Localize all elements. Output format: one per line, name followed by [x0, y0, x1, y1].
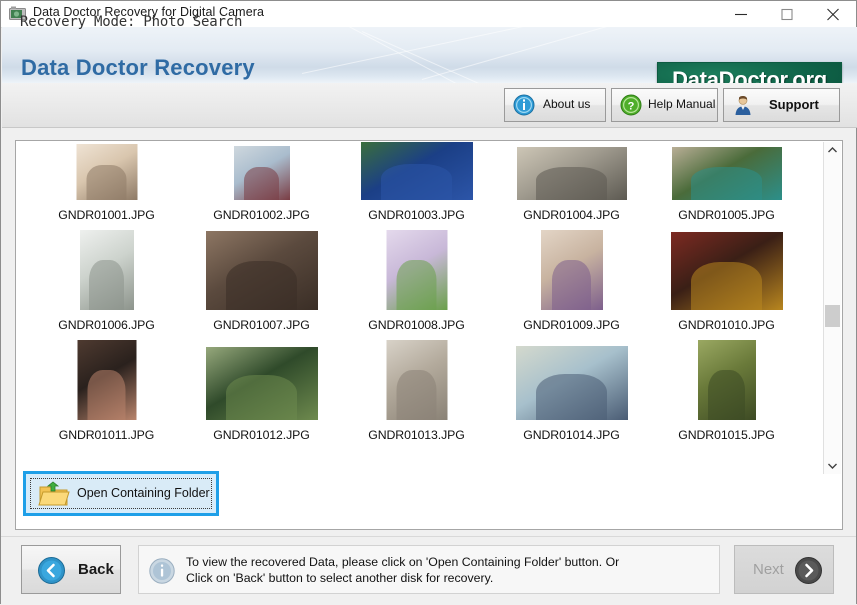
thumbnail-filename: GNDR01005.JPG	[649, 208, 804, 222]
thumbnail-row: GNDR01011.JPGGNDR01012.JPGGNDR01013.JPGG…	[17, 334, 825, 444]
scroll-down-button[interactable]	[824, 457, 841, 474]
brand-banner: Data Doctor Recovery Digital Camera Data…	[2, 27, 857, 84]
thumbnail-image[interactable]	[386, 340, 447, 420]
about-us-label: About us	[543, 97, 590, 111]
thumbnail-item[interactable]: GNDR01007.JPG	[184, 224, 339, 334]
thumbnail-filename: GNDR01009.JPG	[494, 318, 649, 332]
back-button[interactable]: Back	[21, 545, 121, 594]
thumbnail-filename: GNDR01012.JPG	[184, 428, 339, 442]
thumbnail-image[interactable]	[80, 230, 134, 310]
thumbnail-filename: GNDR01003.JPG	[339, 208, 494, 222]
info-message-text: To view the recovered Data, please click…	[186, 555, 619, 586]
info-line-2: Click on 'Back' button to select another…	[186, 571, 619, 587]
thumbnail-item[interactable]: GNDR01015.JPG	[649, 334, 804, 444]
person-icon	[732, 94, 754, 116]
open-containing-folder-label: Open Containing Folder	[77, 486, 210, 500]
scrollbar-thumb[interactable]	[825, 305, 840, 327]
thumbnail-item[interactable]: GNDR01012.JPG	[184, 334, 339, 444]
thumbnail-image[interactable]	[361, 142, 473, 200]
thumbnail-grid-viewport: GNDR01001.JPGGNDR01002.JPGGNDR01003.JPGG…	[17, 142, 825, 474]
thumbnail-item[interactable]: GNDR01003.JPG	[339, 142, 494, 224]
grid-scrollbar[interactable]	[823, 142, 841, 474]
chevron-left-circle-icon	[38, 557, 65, 584]
thumbnail-item[interactable]: GNDR01008.JPG	[339, 224, 494, 334]
close-button[interactable]	[810, 1, 856, 27]
thumbnail-item[interactable]: GNDR01004.JPG	[494, 142, 649, 224]
thumbnail-image[interactable]	[671, 232, 783, 310]
thumbnail-image[interactable]	[516, 346, 628, 420]
thumbnail-image[interactable]	[541, 230, 603, 310]
thumbnail-filename: GNDR01010.JPG	[649, 318, 804, 332]
thumbnail-image[interactable]	[698, 340, 756, 420]
thumbnail-filename: GNDR01004.JPG	[494, 208, 649, 222]
chevron-right-circle-icon	[795, 557, 822, 584]
thumbnail-image[interactable]	[76, 144, 137, 200]
thumbnail-row: GNDR01001.JPGGNDR01002.JPGGNDR01003.JPGG…	[17, 142, 825, 224]
application-window: Data Doctor Recovery for Digital Camera …	[0, 0, 857, 604]
thumbnail-image[interactable]	[517, 147, 627, 200]
help-manual-label: Help Manual	[648, 97, 715, 111]
open-containing-folder-button[interactable]: Open Containing Folder	[30, 478, 212, 509]
svg-text:?: ?	[628, 101, 635, 113]
datadoctor-logo: DataDoctor.org	[657, 62, 842, 84]
thumbnail-image[interactable]	[234, 146, 290, 200]
info-message-box: To view the recovered Data, please click…	[138, 545, 720, 594]
thumbnail-filename: GNDR01011.JPG	[29, 428, 184, 442]
thumbnail-item[interactable]: GNDR01013.JPG	[339, 334, 494, 444]
maximize-button[interactable]	[764, 1, 810, 27]
thumbnail-filename: GNDR01013.JPG	[339, 428, 494, 442]
open-containing-folder-focus-ring: Open Containing Folder	[23, 471, 219, 516]
bottom-bar: Back To view the recovered Data, please …	[1, 536, 856, 605]
folder-upload-icon	[38, 481, 70, 507]
help-manual-button[interactable]: ? Help Manual	[611, 88, 718, 122]
next-label: Next	[753, 561, 784, 578]
thumbnail-image[interactable]	[77, 340, 136, 420]
thumbnail-item[interactable]: GNDR01002.JPG	[184, 142, 339, 224]
thumbnail-item[interactable]: GNDR01010.JPG	[649, 224, 804, 334]
thumbnail-item[interactable]: GNDR01014.JPG	[494, 334, 649, 444]
support-label: Support	[769, 97, 819, 112]
thumbnail-item[interactable]: GNDR01005.JPG	[649, 142, 804, 224]
thumbnail-image[interactable]	[386, 230, 447, 310]
scroll-up-button[interactable]	[824, 142, 841, 159]
thumbnail-item[interactable]: GNDR01009.JPG	[494, 224, 649, 334]
thumbnail-filename: GNDR01008.JPG	[339, 318, 494, 332]
thumbnail-filename: GNDR01002.JPG	[184, 208, 339, 222]
thumbnail-filename: GNDR01007.JPG	[184, 318, 339, 332]
info-icon	[513, 94, 535, 116]
thumbnail-filename: GNDR01015.JPG	[649, 428, 804, 442]
brand-title: Data Doctor Recovery	[21, 55, 255, 81]
thumbnail-image[interactable]	[206, 347, 318, 420]
thumbnail-image[interactable]	[206, 231, 318, 310]
thumbnail-image[interactable]	[672, 147, 782, 200]
thumbnail-item[interactable]: GNDR01011.JPG	[29, 334, 184, 444]
thumbnail-row: GNDR01006.JPGGNDR01007.JPGGNDR01008.JPGG…	[17, 224, 825, 334]
thumbnail-filename: GNDR01001.JPG	[29, 208, 184, 222]
question-icon: ?	[620, 94, 642, 116]
thumbnail-filename: GNDR01014.JPG	[494, 428, 649, 442]
thumbnail-grid: GNDR01001.JPGGNDR01002.JPGGNDR01003.JPGG…	[17, 142, 825, 444]
info-line-1: To view the recovered Data, please click…	[186, 555, 619, 571]
recovered-files-panel: GNDR01001.JPGGNDR01002.JPGGNDR01003.JPGG…	[15, 140, 843, 530]
back-label: Back	[78, 561, 114, 578]
recovery-mode-label: Recovery Mode: Photo Search	[20, 14, 242, 30]
next-button[interactable]: Next	[734, 545, 834, 594]
thumbnail-filename: GNDR01006.JPG	[29, 318, 184, 332]
minimize-button[interactable]	[718, 1, 764, 27]
support-button[interactable]: Support	[723, 88, 840, 122]
about-us-button[interactable]: About us	[504, 88, 606, 122]
thumbnail-item[interactable]: GNDR01001.JPG	[29, 142, 184, 224]
info-icon	[149, 558, 175, 584]
thumbnail-item[interactable]: GNDR01006.JPG	[29, 224, 184, 334]
logo-text: DataDoctor.org	[658, 67, 841, 84]
